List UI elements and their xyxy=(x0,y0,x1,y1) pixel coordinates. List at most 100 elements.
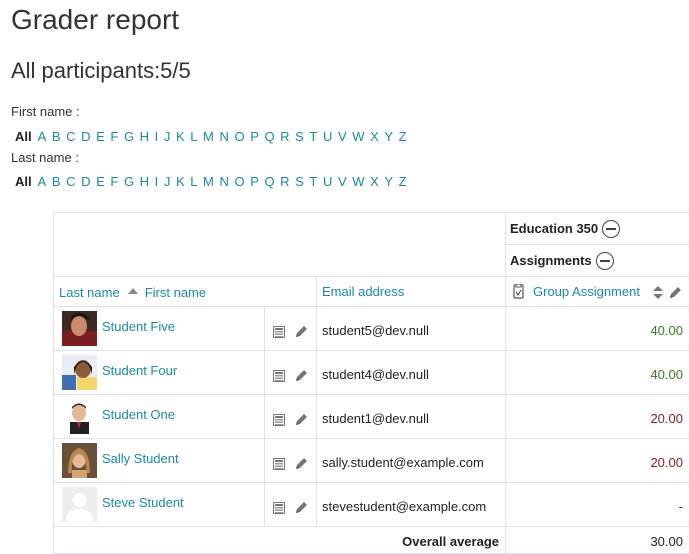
last-initial-z[interactable]: Z xyxy=(399,174,407,189)
first-initial-u[interactable]: U xyxy=(323,129,332,144)
last-initial-j[interactable]: J xyxy=(164,174,171,189)
first-initial-t[interactable]: T xyxy=(309,129,317,144)
last-initial-n[interactable]: N xyxy=(219,174,228,189)
student-email: stevestudent@example.com xyxy=(322,499,487,514)
student-name-link[interactable]: Student One xyxy=(102,407,175,422)
first-initial-r[interactable]: R xyxy=(280,129,289,144)
first-initial-p[interactable]: P xyxy=(250,129,259,144)
first-initial-v[interactable]: V xyxy=(338,129,347,144)
email-header-cell: Email address xyxy=(317,277,506,307)
last-initial-q[interactable]: Q xyxy=(264,174,274,189)
last-initial-r[interactable]: R xyxy=(280,174,289,189)
first-initial-s[interactable]: S xyxy=(295,129,304,144)
first-initial-x[interactable]: X xyxy=(370,129,379,144)
first-initial-d[interactable]: D xyxy=(81,129,90,144)
last-name-sort-link[interactable]: Last name xyxy=(59,285,120,300)
last-initial-c[interactable]: C xyxy=(66,174,75,189)
last-initial-w[interactable]: W xyxy=(352,174,364,189)
student-grade-cell[interactable]: 20.00 xyxy=(506,439,689,483)
single-view-icon[interactable] xyxy=(272,413,285,426)
pencil-icon[interactable] xyxy=(295,325,308,338)
student-email: student1@dev.null xyxy=(322,411,429,426)
avatar xyxy=(62,355,97,390)
student-name-link[interactable]: Student Four xyxy=(102,363,177,378)
student-name-link[interactable]: Student Five xyxy=(102,319,175,334)
first-initial-b[interactable]: B xyxy=(52,129,61,144)
first-initial-j[interactable]: J xyxy=(164,129,171,144)
pencil-icon[interactable] xyxy=(295,369,308,382)
last-initial-all[interactable]: All xyxy=(15,174,32,189)
student-grade: 40.00 xyxy=(650,367,683,382)
last-initial-a[interactable]: A xyxy=(38,174,47,189)
first-initial-g[interactable]: G xyxy=(124,129,134,144)
student-email: student5@dev.null xyxy=(322,323,429,338)
page-title: Grader report xyxy=(11,4,180,35)
single-view-icon[interactable] xyxy=(272,369,285,382)
first-name-sort-link[interactable]: First name xyxy=(145,285,206,300)
first-initial-i[interactable]: I xyxy=(155,129,159,144)
first-initial-z[interactable]: Z xyxy=(399,129,407,144)
first-initial-w[interactable]: W xyxy=(352,129,364,144)
first-initial-o[interactable]: O xyxy=(234,129,244,144)
pencil-icon[interactable] xyxy=(295,501,308,514)
group-assignment-link[interactable]: Group Assignment xyxy=(533,284,640,299)
last-initial-k[interactable]: K xyxy=(176,174,185,189)
overall-average-value: 30.00 xyxy=(650,534,683,549)
last-initial-u[interactable]: U xyxy=(323,174,332,189)
single-view-icon[interactable] xyxy=(272,325,285,338)
email-sort-link[interactable]: Email address xyxy=(322,284,404,299)
collapse-icon[interactable] xyxy=(602,220,621,238)
last-initial-e[interactable]: E xyxy=(96,174,105,189)
last-initial-b[interactable]: B xyxy=(52,174,61,189)
last-initial-x[interactable]: X xyxy=(370,174,379,189)
student-name-cell: Student Four xyxy=(54,351,265,395)
student-grade: 40.00 xyxy=(650,323,683,338)
last-initial-s[interactable]: S xyxy=(295,174,304,189)
pencil-icon[interactable] xyxy=(295,457,308,470)
student-name-cell: Sally Student xyxy=(54,439,265,483)
pencil-icon[interactable] xyxy=(669,286,682,299)
first-initial-h[interactable]: H xyxy=(140,129,149,144)
last-initial-l[interactable]: L xyxy=(190,174,197,189)
last-initial-h[interactable]: H xyxy=(140,174,149,189)
first-initial-y[interactable]: Y xyxy=(384,129,393,144)
student-name-link[interactable]: Sally Student xyxy=(102,451,179,466)
last-initial-t[interactable]: T xyxy=(309,174,317,189)
first-initial-q[interactable]: Q xyxy=(264,129,274,144)
first-initial-n[interactable]: N xyxy=(219,129,228,144)
last-initial-y[interactable]: Y xyxy=(384,174,393,189)
last-initial-o[interactable]: O xyxy=(234,174,244,189)
first-initial-l[interactable]: L xyxy=(190,129,197,144)
first-initial-c[interactable]: C xyxy=(66,129,75,144)
last-initial-f[interactable]: F xyxy=(110,174,118,189)
sort-icon[interactable] xyxy=(653,286,663,299)
student-grade-cell[interactable]: 40.00 xyxy=(506,307,689,351)
overall-average-value-cell: 30.00 xyxy=(506,527,689,554)
first-initial-f[interactable]: F xyxy=(110,129,118,144)
pencil-icon[interactable] xyxy=(295,413,308,426)
collapse-icon[interactable] xyxy=(595,252,614,270)
student-grade-cell[interactable]: 40.00 xyxy=(506,351,689,395)
last-initial-g[interactable]: G xyxy=(124,174,134,189)
last-initial-v[interactable]: V xyxy=(338,174,347,189)
student-grade: - xyxy=(678,499,683,514)
first-initial-e[interactable]: E xyxy=(96,129,105,144)
student-grade-cell[interactable]: 20.00 xyxy=(506,395,689,439)
single-view-icon[interactable] xyxy=(272,457,285,470)
last-initial-i[interactable]: I xyxy=(155,174,159,189)
first-initial-m[interactable]: M xyxy=(203,129,214,144)
first-initial-a[interactable]: A xyxy=(38,129,47,144)
single-view-icon[interactable] xyxy=(272,501,285,514)
course-header-cell: Education 350 xyxy=(506,213,689,245)
student-email-cell: stevestudent@example.com xyxy=(317,483,506,527)
student-grade-cell[interactable]: - xyxy=(506,483,689,527)
last-name-initials-bar: All A B C D E F G H I J K L M N O P Q R S T U V W X Y Z xyxy=(15,174,412,189)
first-initial-k[interactable]: K xyxy=(176,129,185,144)
student-name-link[interactable]: Steve Student xyxy=(102,495,184,510)
student-name-cell: Student Five xyxy=(54,307,265,351)
last-initial-p[interactable]: P xyxy=(250,174,259,189)
first-initial-all[interactable]: All xyxy=(15,129,32,144)
last-initial-d[interactable]: D xyxy=(81,174,90,189)
last-initial-m[interactable]: M xyxy=(203,174,214,189)
first-name-filter-label: First name : xyxy=(11,104,80,119)
